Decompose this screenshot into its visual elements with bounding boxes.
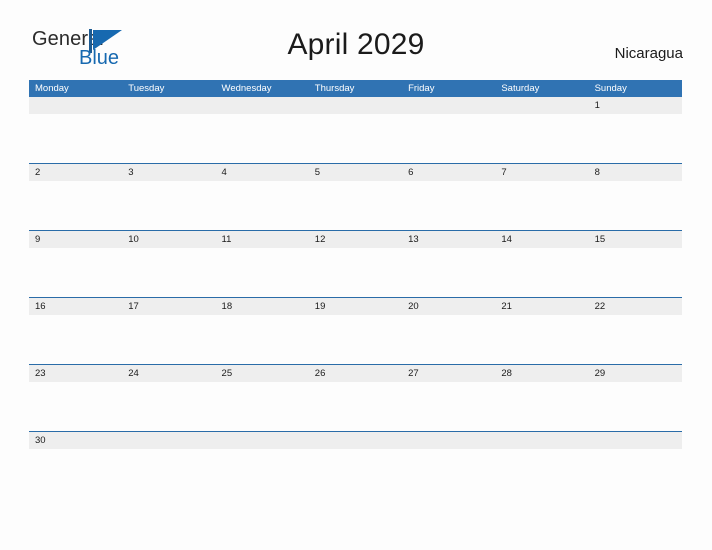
week-notes-area[interactable] [29,181,682,231]
week-row: 23 24 25 26 27 28 29 [29,365,682,432]
day-cell[interactable]: 11 [216,231,309,248]
weekday-header-sunday: Sunday [594,83,627,94]
week-row: 2 3 4 5 6 7 8 [29,164,682,231]
day-cell[interactable]: 22 [589,298,682,315]
day-cell[interactable]: 6 [402,164,495,181]
day-cell[interactable] [589,432,682,449]
day-cell[interactable] [29,97,122,114]
week-notes-area[interactable] [29,449,682,498]
weekday-header-tuesday: Tuesday [128,83,165,94]
day-cell[interactable]: 1 [589,97,682,114]
day-cell[interactable]: 8 [589,164,682,181]
day-cell[interactable]: 25 [216,365,309,382]
day-cell[interactable]: 27 [402,365,495,382]
day-cell[interactable]: 23 [29,365,122,382]
calendar-page: General Blue April 2029 Nicaragua Monday… [0,0,712,550]
weekday-header-thursday: Thursday [314,83,355,94]
day-cell[interactable]: 24 [122,365,215,382]
day-cell[interactable] [122,432,215,449]
day-cell[interactable]: 28 [495,365,588,382]
day-cell[interactable]: 30 [29,432,122,449]
day-cell[interactable] [122,97,215,114]
day-cell[interactable]: 18 [216,298,309,315]
week-notes-area[interactable] [29,248,682,298]
page-header: General Blue April 2029 Nicaragua [0,0,712,78]
week-date-band: 9 10 11 12 13 14 15 [29,231,682,248]
day-cell[interactable]: 5 [309,164,402,181]
day-cell[interactable] [402,432,495,449]
day-cell[interactable] [309,97,402,114]
day-cell[interactable]: 19 [309,298,402,315]
day-cell[interactable]: 9 [29,231,122,248]
day-cell[interactable]: 29 [589,365,682,382]
week-date-band: 30 [29,432,682,449]
week-date-band: 2 3 4 5 6 7 8 [29,164,682,181]
day-cell[interactable]: 7 [495,164,588,181]
day-cell[interactable] [216,432,309,449]
day-cell[interactable]: 17 [122,298,215,315]
day-cell[interactable]: 20 [402,298,495,315]
day-cell[interactable] [216,97,309,114]
week-date-band: 1 [29,97,682,114]
weekday-header-wednesday: Wednesday [221,83,272,94]
week-row: 16 17 18 19 20 21 22 [29,298,682,365]
calendar-grid: Monday Tuesday Wednesday Thursday Friday… [29,80,682,498]
day-cell[interactable] [495,97,588,114]
day-cell[interactable]: 2 [29,164,122,181]
day-cell[interactable]: 12 [309,231,402,248]
weekday-header-saturday: Saturday [501,83,540,94]
week-date-band: 16 17 18 19 20 21 22 [29,298,682,315]
week-notes-area[interactable] [29,315,682,365]
day-cell[interactable]: 21 [495,298,588,315]
weekday-header-monday: Monday [35,83,69,94]
day-cell[interactable]: 26 [309,365,402,382]
day-cell[interactable] [309,432,402,449]
day-cell[interactable]: 15 [589,231,682,248]
day-cell[interactable]: 10 [122,231,215,248]
week-notes-area[interactable] [29,382,682,432]
page-title: April 2029 [287,28,425,61]
week-row: 1 [29,97,682,164]
weekday-header-friday: Friday [408,83,435,94]
day-cell[interactable]: 13 [402,231,495,248]
week-notes-area[interactable] [29,114,682,164]
day-cell[interactable] [495,432,588,449]
weekday-header-row: Monday Tuesday Wednesday Thursday Friday… [29,80,682,97]
day-cell[interactable] [402,97,495,114]
day-cell[interactable]: 16 [29,298,122,315]
week-date-band: 23 24 25 26 27 28 29 [29,365,682,382]
day-cell[interactable]: 4 [216,164,309,181]
day-cell[interactable]: 3 [122,164,215,181]
week-row: 30 [29,432,682,498]
day-cell[interactable]: 14 [495,231,588,248]
week-row: 9 10 11 12 13 14 15 [29,231,682,298]
country-label: Nicaragua [614,45,683,62]
